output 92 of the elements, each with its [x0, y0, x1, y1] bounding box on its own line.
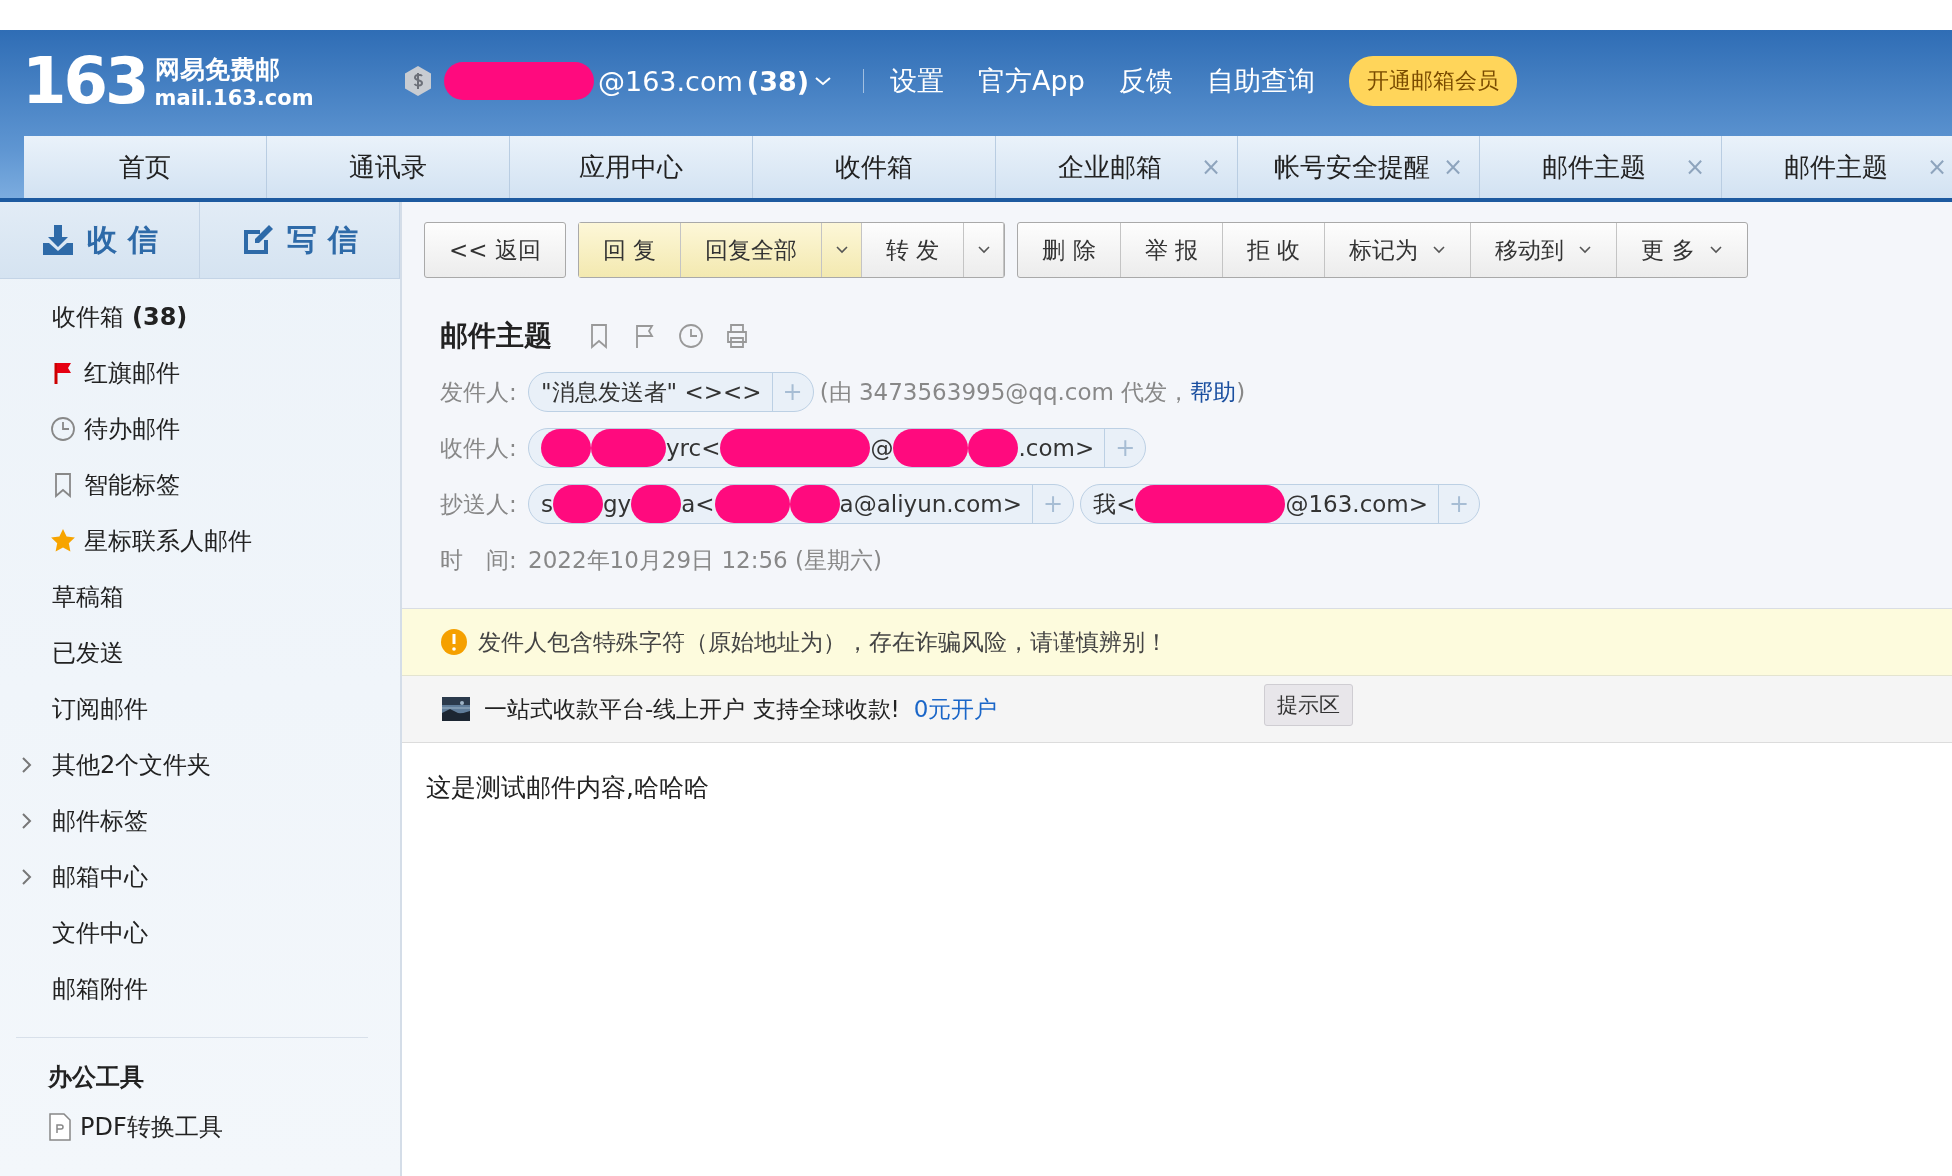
folder-item[interactable]: 邮箱中心: [0, 849, 400, 905]
redaction-mark: [553, 485, 603, 523]
unread-count: (38): [746, 65, 810, 97]
address-chip[interactable]: 我< @163.com> +: [1080, 484, 1481, 524]
address-text: .com>: [1018, 435, 1095, 461]
print-icon[interactable]: [724, 323, 750, 349]
nav-tab[interactable]: 收件箱: [753, 136, 996, 198]
chevron-icon: [20, 756, 34, 774]
logo-number: 163: [22, 44, 147, 119]
folder-item[interactable]: 草稿箱: [0, 569, 400, 625]
toolbar-button[interactable]: 删 除: [1018, 223, 1121, 277]
address-text: yrc<: [666, 435, 721, 461]
field-label: 发件人:: [440, 377, 518, 407]
nav-tab[interactable]: 帐号安全提醒 ×: [1238, 136, 1480, 198]
field-label: 时 间:: [440, 545, 518, 575]
toolbar-button[interactable]: << 返回: [425, 223, 565, 277]
file-icon: [48, 1113, 72, 1141]
nav-tab[interactable]: 应用中心: [510, 136, 753, 198]
toolbar-button[interactable]: 拒 收: [1223, 223, 1326, 277]
download-icon: [41, 223, 76, 257]
header-link[interactable]: 设置: [890, 63, 945, 100]
toolbar-button[interactable]: 回复全部: [681, 223, 823, 277]
address-text: a<: [681, 491, 715, 517]
address-text: @: [870, 435, 894, 461]
toolbar-button[interactable]: 标记为: [1325, 223, 1472, 277]
nav-tab[interactable]: 邮件主题 ×: [1480, 136, 1722, 198]
folder-item[interactable]: 星标联系人邮件: [0, 513, 400, 569]
section-title: 办公工具: [47, 1062, 145, 1093]
address-chip[interactable]: yrc< @ .com> +: [528, 428, 1147, 468]
folder-item[interactable]: 收件箱 (38): [0, 289, 400, 345]
folder-item[interactable]: 已发送: [0, 625, 400, 681]
clock-icon: [50, 416, 76, 442]
folder-item[interactable]: 邮箱附件: [0, 961, 400, 1017]
folder-item[interactable]: 智能标签: [0, 457, 400, 513]
header-link[interactable]: 反馈: [1118, 63, 1173, 100]
chevron-icon: [20, 812, 34, 830]
chevron-icon: [20, 868, 34, 886]
folder-item[interactable]: 红旗邮件: [0, 345, 400, 401]
toolbar-button[interactable]: 举 报: [1120, 223, 1224, 277]
address-text: "消息发送者" <><>: [541, 377, 762, 407]
header-link[interactable]: 官方App: [978, 63, 1085, 100]
address-text: a@aliyun.com>: [839, 491, 1023, 517]
edit-icon: [241, 223, 276, 257]
star-icon: [50, 528, 76, 554]
address-text: s: [541, 491, 553, 517]
nav-tab[interactable]: 通讯录: [267, 136, 510, 198]
field-label: 收件人:: [440, 433, 518, 463]
tooltip: 提示区: [1264, 684, 1353, 726]
receive-button[interactable]: 收 信: [0, 202, 200, 278]
address-chip[interactable]: s gy a< a@aliyun.com> +: [528, 484, 1075, 524]
header-link[interactable]: 自助查询: [1206, 63, 1315, 100]
clock-icon[interactable]: [678, 323, 704, 349]
nav-tab[interactable]: 首页: [24, 136, 267, 198]
logo-name: 网易免费邮: [154, 53, 281, 86]
ad-text: 一站式收款平台-线上开户 支持全球收款!: [484, 694, 900, 724]
vip-button[interactable]: 开通邮箱会员: [1348, 56, 1517, 107]
mail-body-text: 这是测试邮件内容,哈哈哈: [426, 773, 709, 802]
address-text: 我<: [1093, 489, 1136, 519]
coin-icon: [402, 65, 434, 98]
ad-link[interactable]: 0元开户: [913, 693, 998, 725]
field-label: 抄送人:: [440, 489, 518, 519]
address-text: @163.com>: [1285, 491, 1429, 517]
mail-subject: 邮件主题: [440, 318, 552, 354]
caret-icon: [1432, 245, 1447, 255]
sent-time: 2022年10月29日 12:56 (星期六): [528, 545, 882, 575]
folder-item[interactable]: 其他2个文件夹: [0, 737, 400, 793]
address-text: gy: [603, 491, 632, 517]
redaction-mark: [631, 485, 682, 523]
nav-tab[interactable]: 企业邮箱 ×: [996, 136, 1238, 198]
toolbar-button[interactable]: 回 复: [578, 223, 682, 277]
caret-icon: [977, 245, 991, 255]
toolbar-button[interactable]: 转 发: [862, 223, 965, 277]
dropdown-button[interactable]: [822, 223, 863, 277]
caret-icon: [1578, 245, 1593, 255]
toolbar-button[interactable]: 更 多: [1617, 223, 1747, 277]
warning-text: 发件人包含特殊字符（原始地址为），存在诈骗风险，请谨慎辨别！: [478, 627, 1168, 657]
folder-item[interactable]: 文件中心: [0, 905, 400, 961]
caret-icon: [1708, 245, 1723, 255]
address-text: @163.com: [598, 65, 743, 97]
help-link[interactable]: 帮助: [1190, 378, 1237, 405]
toolbar-button[interactable]: 移动到: [1471, 223, 1618, 277]
compose-button[interactable]: 写 信: [200, 202, 400, 278]
warning-icon: [440, 628, 468, 656]
address-chip[interactable]: "消息发送者" <><> +: [528, 372, 814, 412]
nav-tab[interactable]: 邮件主题 ×: [1722, 136, 1952, 198]
logo-domain: mail.163.com: [154, 85, 314, 110]
caret-icon: [834, 245, 849, 255]
folder-item[interactable]: 订阅邮件: [0, 681, 400, 737]
tool-item[interactable]: PDF转换工具: [0, 1102, 400, 1152]
folder-item[interactable]: 邮件标签: [0, 793, 400, 849]
folder-item[interactable]: 待办邮件: [0, 401, 400, 457]
sender-note: (由 3473563995@qq.com 代发，帮助): [819, 377, 1246, 407]
